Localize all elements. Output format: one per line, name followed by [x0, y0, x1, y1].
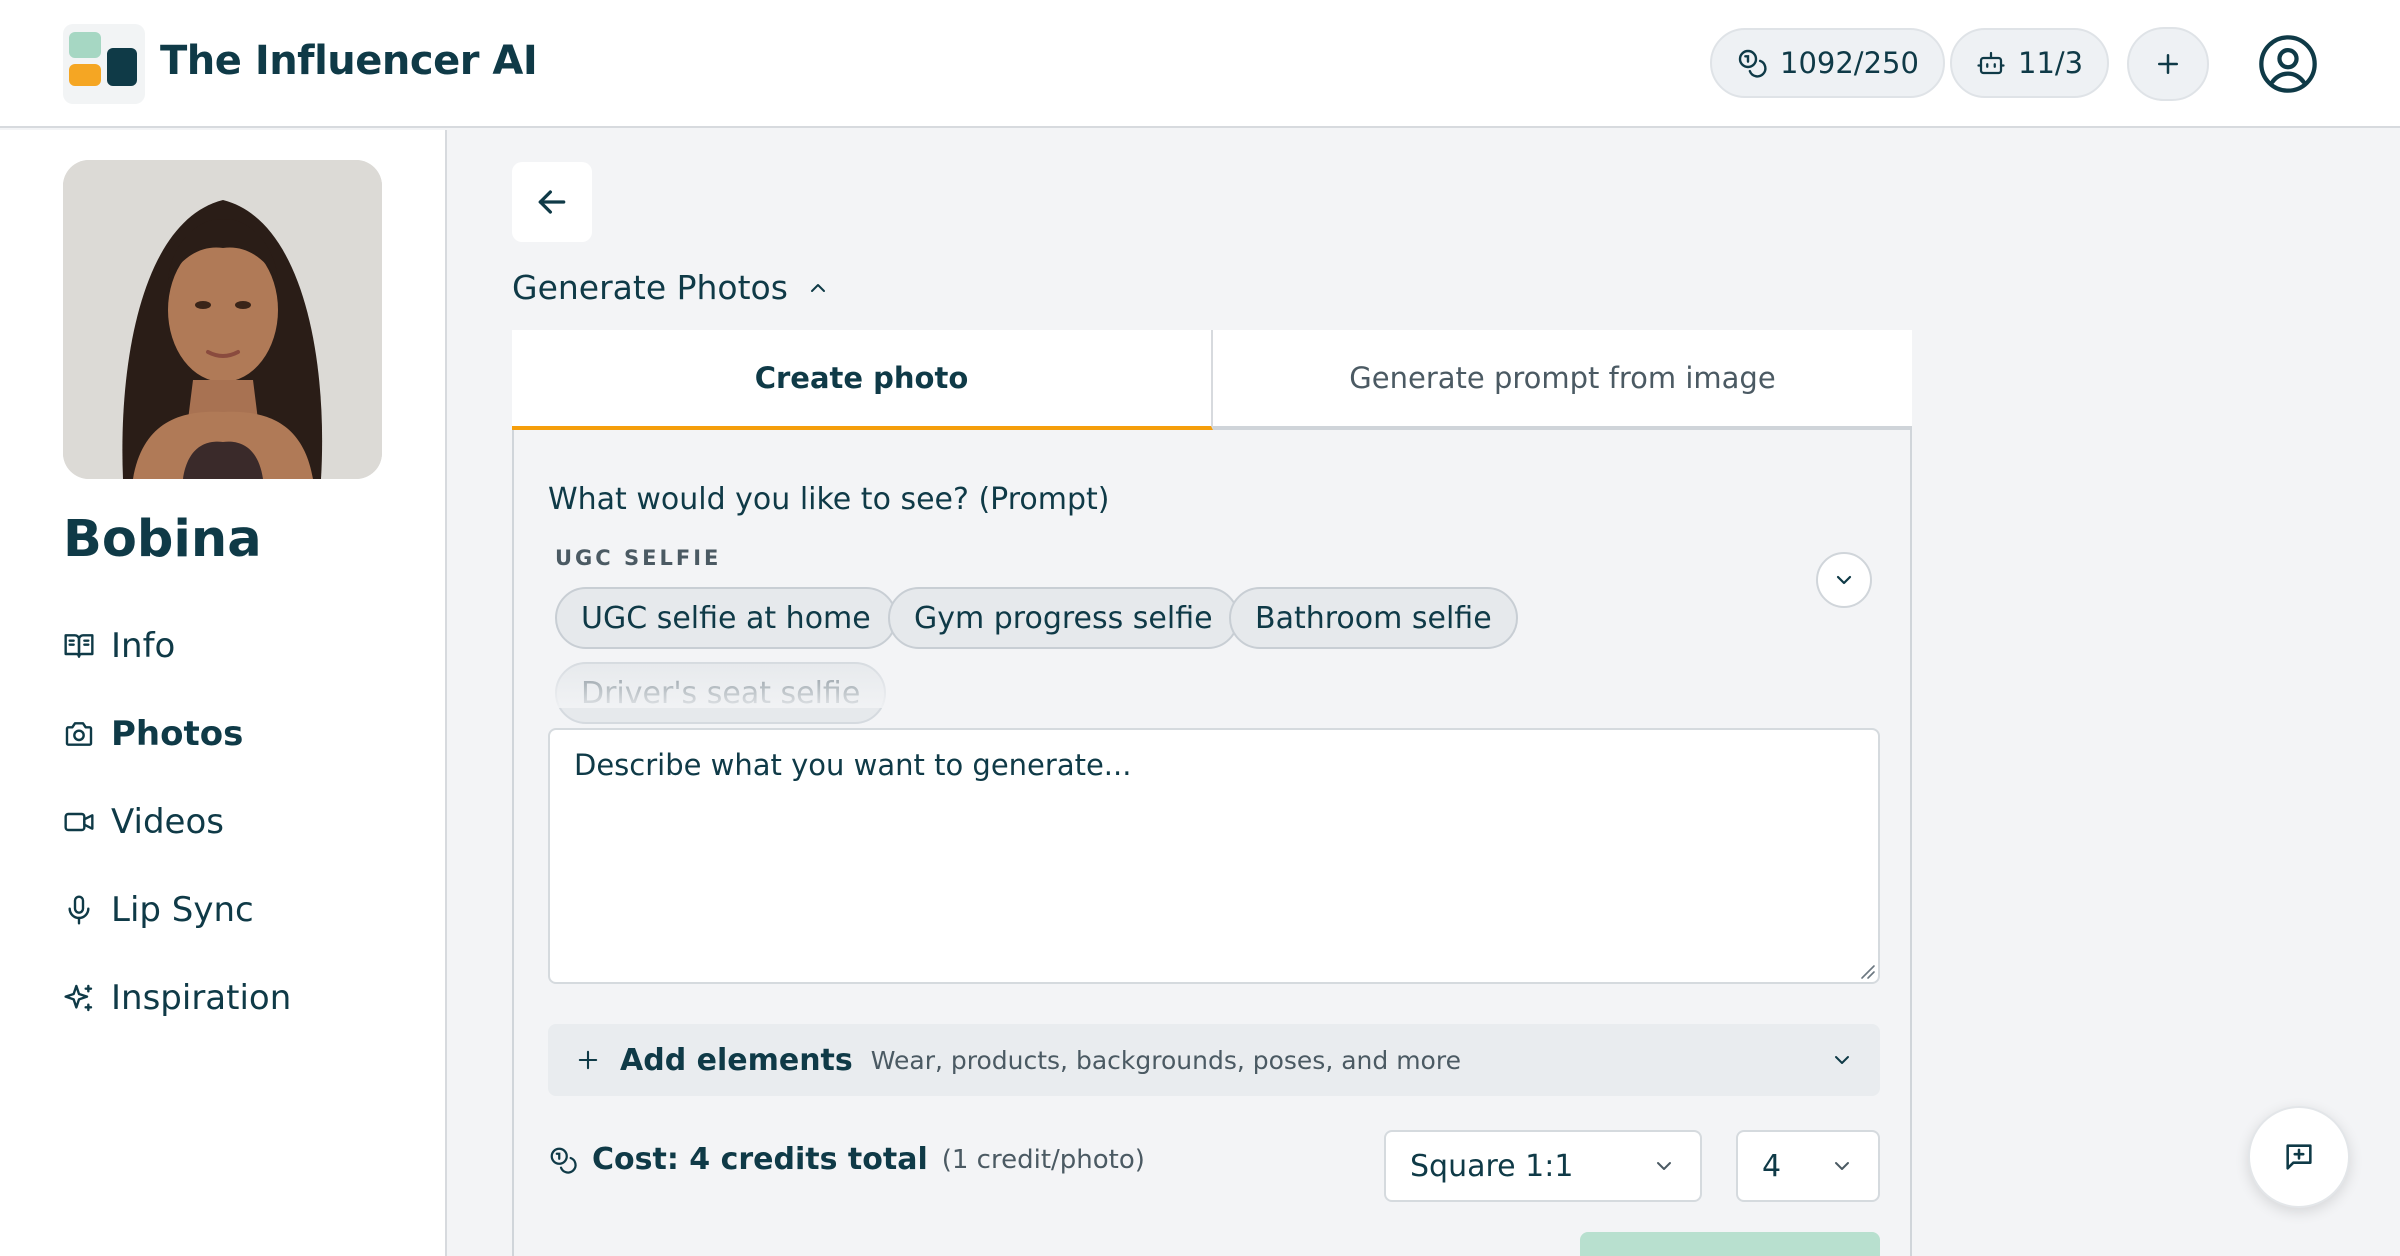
- camera-icon: [63, 718, 95, 750]
- aspect-ratio-value: Square 1:1: [1410, 1148, 1574, 1184]
- chevron-down-icon: [1830, 1048, 1854, 1072]
- cost-total: Cost: 4 credits total: [592, 1142, 928, 1177]
- section-toggle[interactable]: Generate Photos: [512, 268, 830, 307]
- credits-badge[interactable]: 1092/250: [1710, 28, 1945, 98]
- add-elements-subtitle: Wear, products, backgrounds, poses, and …: [870, 1045, 1461, 1075]
- chips-fade-overlay: [548, 660, 1508, 708]
- preset-chip[interactable]: Bathroom selfie: [1229, 587, 1518, 649]
- feedback-chat-button[interactable]: [2248, 1106, 2350, 1208]
- prompt-textarea[interactable]: [548, 728, 1880, 984]
- sidebar-item-label: Videos: [111, 802, 224, 842]
- coins-icon: [548, 1145, 578, 1175]
- sidebar-item-videos[interactable]: Videos: [63, 802, 224, 842]
- resize-handle-icon[interactable]: [1858, 962, 1876, 980]
- chevron-down-icon: [1832, 568, 1856, 592]
- chevron-down-icon: [1652, 1154, 1676, 1178]
- aspect-ratio-select[interactable]: Square 1:1: [1384, 1130, 1702, 1202]
- top-header: The Influencer AI 1092/250 11/3: [0, 0, 2400, 128]
- sidebar-item-inspiration[interactable]: Inspiration: [63, 978, 291, 1018]
- sidebar-item-label: Inspiration: [111, 978, 292, 1018]
- sparkles-icon: [63, 982, 95, 1014]
- video-icon: [63, 806, 95, 838]
- message-plus-icon: [2282, 1140, 2316, 1174]
- back-button[interactable]: [512, 162, 592, 242]
- sidebar-item-lip-sync[interactable]: Lip Sync: [63, 890, 254, 930]
- preset-chip[interactable]: UGC selfie at home: [555, 587, 897, 649]
- section-title: Generate Photos: [512, 268, 788, 307]
- influencer-avatar[interactable]: [63, 160, 382, 479]
- plus-icon: [574, 1046, 602, 1074]
- user-circle-icon: [2256, 32, 2320, 96]
- arrow-left-icon: [532, 182, 572, 222]
- mode-tabs: Create photo Generate prompt from image: [512, 330, 1912, 430]
- preset-chip[interactable]: Gym progress selfie: [888, 587, 1239, 649]
- add-elements-title: Add elements: [620, 1042, 853, 1078]
- create-photo-panel: What would you like to see? (Prompt) UGC…: [512, 430, 1912, 1256]
- user-menu-button[interactable]: [2256, 32, 2320, 96]
- generate-button[interactable]: [1580, 1232, 1880, 1256]
- microphone-icon: [63, 894, 95, 926]
- robot-icon: [1976, 48, 2006, 78]
- brand-name[interactable]: The Influencer AI: [160, 38, 538, 84]
- preset-group-label: UGC SELFIE: [555, 546, 722, 570]
- credits-value: 1092/250: [1780, 46, 1919, 80]
- sidebar-item-photos[interactable]: Photos: [63, 714, 243, 754]
- tab-create-photo[interactable]: Create photo: [512, 330, 1213, 430]
- sidebar-item-label: Info: [111, 626, 176, 666]
- app-logo[interactable]: [63, 24, 145, 104]
- prompt-label: What would you like to see? (Prompt): [548, 482, 1110, 517]
- add-elements-toggle[interactable]: Add elements Wear, products, backgrounds…: [548, 1024, 1880, 1096]
- sidebar-item-label: Photos: [111, 714, 244, 754]
- plus-icon: [2153, 49, 2183, 79]
- cost-per-photo: (1 credit/photo): [941, 1144, 1145, 1175]
- photo-count-value: 4: [1762, 1148, 1782, 1184]
- models-badge[interactable]: 11/3: [1950, 28, 2110, 98]
- add-button[interactable]: [2127, 27, 2209, 101]
- influencer-name: Bobina: [63, 510, 262, 569]
- tab-generate-prompt-from-image[interactable]: Generate prompt from image: [1213, 330, 1912, 430]
- sidebar-item-info[interactable]: Info: [63, 626, 175, 666]
- models-value: 11/3: [2018, 46, 2084, 80]
- presets-collapse-button[interactable]: [1816, 552, 1872, 608]
- photo-count-select[interactable]: 4: [1736, 1130, 1880, 1202]
- book-open-icon: [63, 630, 95, 662]
- sidebar-item-label: Lip Sync: [111, 890, 254, 930]
- chevron-up-icon: [806, 276, 830, 300]
- cost-summary: Cost: 4 credits total (1 credit/photo): [548, 1142, 1145, 1177]
- sidebar: Bobina Info Photos Videos Lip Sync Inspi…: [0, 130, 447, 1256]
- chevron-down-icon: [1830, 1154, 1854, 1178]
- coins-icon: [1736, 47, 1768, 79]
